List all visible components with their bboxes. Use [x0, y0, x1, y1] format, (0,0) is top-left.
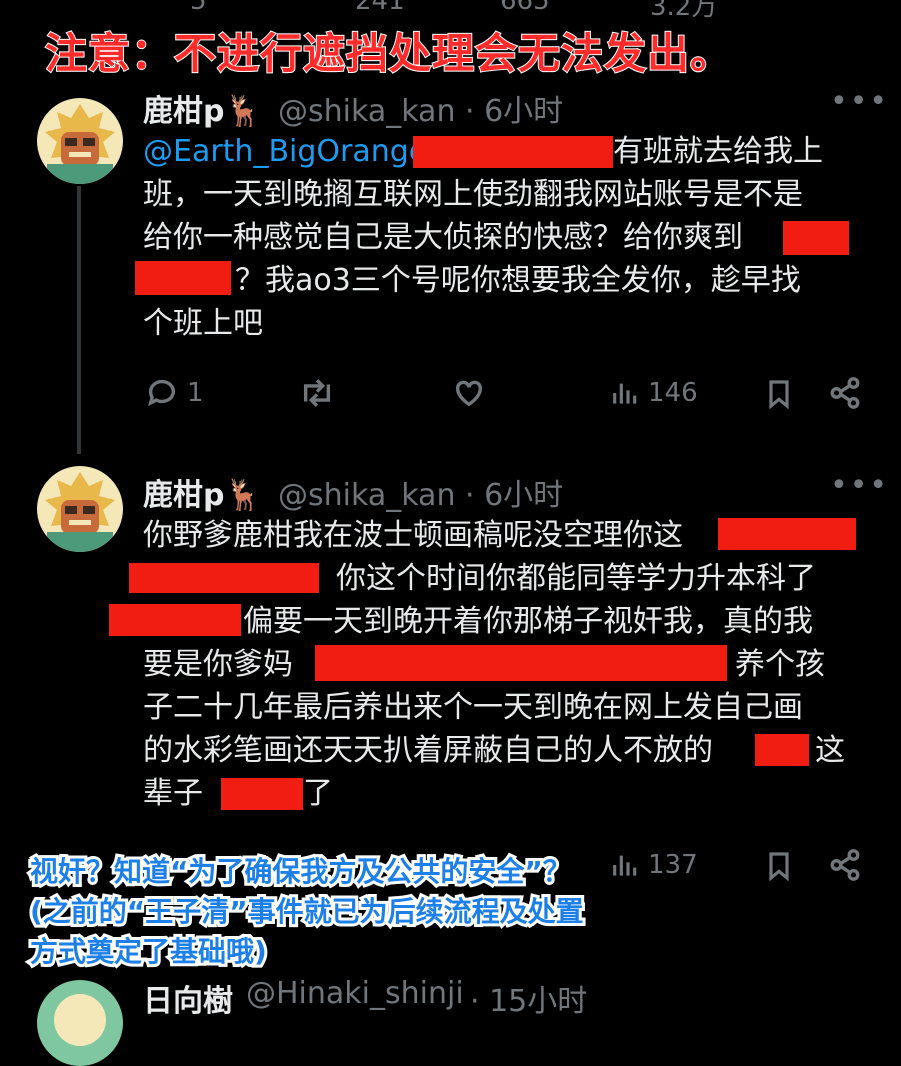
redaction-box: [315, 645, 727, 681]
tweet-text: 你野爹鹿柑我在波士顿画稿呢没空理你这 你这个时间你都能同等学力升本科了 偏要一天…: [109, 514, 858, 815]
share-button[interactable]: [828, 376, 862, 410]
author-name[interactable]: 鹿柑p🦌: [143, 470, 262, 514]
views-button[interactable]: 146: [608, 376, 698, 410]
avatar-image: [37, 98, 123, 184]
deer-emoji: 🦌: [224, 478, 262, 513]
redaction-box: [221, 778, 303, 810]
repost-icon: [303, 379, 331, 407]
share-button[interactable]: [828, 848, 862, 882]
avatar-image: [37, 466, 123, 552]
like-button[interactable]: [452, 376, 494, 410]
redaction-box: [783, 221, 849, 255]
bookmark-icon: [769, 380, 789, 410]
notice-banner: 注意：不进行遮挡处理会无法发出。: [0, 14, 901, 79]
notice-text: 注意：不进行遮挡处理会无法发出。: [44, 28, 734, 79]
bookmark-icon: [769, 852, 789, 882]
deer-emoji: 🦌: [224, 94, 262, 129]
analytics-icon: [613, 855, 637, 876]
heart-icon: [455, 380, 483, 407]
reply-button[interactable]: 1: [145, 376, 204, 410]
next-tweet-peek: 日向樹 @Hinaki_shinji · 15小时: [0, 976, 901, 1066]
author-name[interactable]: 日向樹: [143, 976, 233, 1020]
avatar[interactable]: [37, 466, 123, 552]
redaction-box: [135, 261, 231, 295]
redaction-box: [129, 563, 319, 593]
more-options-icon[interactable]: •••: [830, 468, 889, 503]
view-count: 146: [648, 378, 698, 408]
bookmark-button[interactable]: [763, 848, 795, 884]
reply-count: 1: [187, 378, 204, 408]
tweet-time: · 6小时: [465, 478, 564, 513]
author-handle[interactable]: @shika_kan · 6小时: [278, 86, 563, 130]
caption-overlay: 视奸？知道“为了确保我方及公共的安全”？(之前的“王子清”事件就已为后续流程及处…: [27, 852, 587, 971]
tweet-time: · 6小时: [465, 94, 564, 129]
avatar[interactable]: [37, 98, 123, 184]
analytics-icon: [613, 383, 637, 404]
redaction-box: [109, 604, 241, 636]
view-count: 137: [648, 850, 698, 880]
more-options-icon[interactable]: •••: [830, 84, 889, 119]
redaction-box: [718, 518, 856, 550]
repost-button[interactable]: [298, 376, 344, 410]
author-name[interactable]: 鹿柑p🦌: [143, 86, 262, 130]
share-icon: [830, 377, 860, 409]
reply-icon: [148, 379, 176, 407]
avatar-image: [37, 980, 123, 1066]
author-handle[interactable]: @Hinaki_shinji: [246, 976, 464, 1011]
mention-link[interactable]: @Earth_BigOrange: [143, 134, 427, 169]
avatar[interactable]: [37, 980, 123, 1066]
bookmark-button[interactable]: [763, 376, 795, 412]
share-icon: [830, 849, 860, 881]
tweet-text: @Earth_BigOrange 有班就去给我上 班，一天到晚搁互联网上使劲翻我…: [135, 130, 858, 345]
tweet-actions: 1 146: [0, 376, 901, 420]
redaction-box: [413, 136, 613, 168]
views-button[interactable]: 137: [608, 848, 698, 882]
redaction-box: [755, 734, 809, 766]
tweet-time: · 15小时: [470, 984, 588, 1019]
author-handle[interactable]: @shika_kan · 6小时: [278, 470, 563, 514]
